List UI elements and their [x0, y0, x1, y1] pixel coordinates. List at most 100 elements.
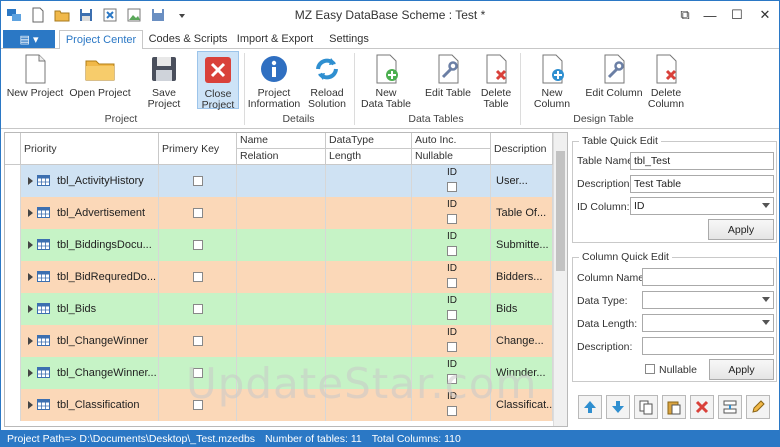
- table-row[interactable]: tbl_Bids ID Bids: [5, 293, 553, 325]
- primary-key-header[interactable]: Primery Key: [159, 133, 237, 165]
- data-length-select[interactable]: [642, 314, 774, 332]
- datatype-header[interactable]: DataType: [326, 133, 412, 149]
- tables-grid[interactable]: Priority Primery Key Name DataType Auto …: [4, 132, 568, 427]
- relation-header[interactable]: Relation: [237, 149, 326, 165]
- table-row[interactable]: tbl_ChangeWinner... ID Winnder...: [5, 357, 553, 389]
- expand-arrow-icon[interactable]: [28, 401, 33, 409]
- datatype-cell[interactable]: [326, 389, 412, 421]
- primary-key-checkbox[interactable]: [193, 304, 203, 314]
- file-menu-button[interactable]: ▤ ▾: [3, 30, 55, 48]
- row-indicator[interactable]: [5, 197, 21, 229]
- nullable-checkbox[interactable]: [447, 374, 457, 384]
- row-indicator[interactable]: [5, 165, 21, 197]
- primary-key-checkbox[interactable]: [193, 368, 203, 378]
- auto-inc-header[interactable]: Auto Inc.: [412, 133, 491, 149]
- vertical-scrollbar[interactable]: [553, 133, 567, 426]
- priority-header[interactable]: Priority: [21, 133, 159, 165]
- primary-key-checkbox[interactable]: [193, 272, 203, 282]
- copy-icon[interactable]: [634, 395, 658, 419]
- paste-icon[interactable]: [662, 395, 686, 419]
- data-type-select[interactable]: [642, 291, 774, 309]
- id-column-select[interactable]: ID: [630, 197, 774, 215]
- expand-arrow-icon[interactable]: [28, 177, 33, 185]
- dropdown-icon[interactable]: [171, 4, 193, 26]
- nullable-checkbox[interactable]: [447, 342, 457, 352]
- tab-import-export[interactable]: Import & Export: [235, 30, 315, 50]
- close-project-button[interactable]: Close Project: [197, 51, 239, 111]
- name-cell[interactable]: [237, 165, 326, 197]
- new-data-table-button[interactable]: New Data Table: [358, 51, 414, 110]
- reload-solution-button[interactable]: Reload Solution: [305, 51, 349, 110]
- tab-codes-scripts[interactable]: Codes & Scripts: [147, 30, 229, 50]
- name-cell[interactable]: [237, 229, 326, 261]
- name-cell[interactable]: [237, 293, 326, 325]
- name-cell[interactable]: [237, 325, 326, 357]
- nullable-checkbox[interactable]: [447, 278, 457, 288]
- description-header[interactable]: Description: [491, 133, 553, 165]
- table-row[interactable]: tbl_Classification ID Classificat...: [5, 389, 555, 421]
- expand-arrow-icon[interactable]: [28, 337, 33, 345]
- delete-column-button[interactable]: Delete Column: [647, 51, 685, 110]
- row-indicator[interactable]: [5, 325, 21, 357]
- datatype-cell[interactable]: [326, 197, 412, 229]
- datatype-cell[interactable]: [326, 357, 412, 389]
- save-icon[interactable]: [75, 4, 97, 26]
- column-apply-button[interactable]: Apply: [709, 359, 774, 380]
- restore-icon[interactable]: ⧉: [674, 5, 696, 25]
- export-icon[interactable]: [99, 4, 121, 26]
- name-cell[interactable]: [237, 261, 326, 293]
- app-icon[interactable]: [3, 4, 25, 26]
- open-folder-icon[interactable]: [51, 4, 73, 26]
- scrollbar-thumb[interactable]: [556, 151, 565, 271]
- nullable-checkbox[interactable]: [447, 246, 457, 256]
- row-indicator[interactable]: [5, 357, 21, 389]
- new-icon[interactable]: [27, 4, 49, 26]
- maximize-button[interactable]: ☐: [726, 5, 748, 25]
- datatype-cell[interactable]: [326, 165, 412, 197]
- delete-icon[interactable]: [690, 395, 714, 419]
- save-as-icon[interactable]: [147, 4, 169, 26]
- expand-arrow-icon[interactable]: [28, 209, 33, 217]
- minimize-button[interactable]: —: [699, 5, 721, 25]
- column-name-input[interactable]: [642, 268, 774, 286]
- name-cell[interactable]: [237, 357, 326, 389]
- datatype-cell[interactable]: [326, 261, 412, 293]
- new-project-button[interactable]: New Project: [5, 51, 65, 109]
- description-input[interactable]: Test Table: [630, 175, 774, 193]
- nullable-checkbox[interactable]: [447, 182, 457, 192]
- row-indicator[interactable]: [5, 389, 21, 421]
- close-button[interactable]: ✕: [754, 5, 776, 25]
- table-row[interactable]: tbl_Advertisement ID Table Of...: [5, 197, 553, 229]
- edit-table-button[interactable]: Edit Table: [424, 51, 472, 109]
- row-indicator[interactable]: [5, 293, 21, 325]
- row-indicator[interactable]: [5, 229, 21, 261]
- edit-column-button[interactable]: Edit Column: [585, 51, 643, 109]
- nullable-checkbox[interactable]: [645, 364, 655, 374]
- primary-key-checkbox[interactable]: [193, 240, 203, 250]
- insert-row-icon[interactable]: [718, 395, 742, 419]
- table-name-input[interactable]: tbl_Test: [630, 152, 774, 170]
- nullable-checkbox[interactable]: [447, 406, 457, 416]
- primary-key-checkbox[interactable]: [193, 176, 203, 186]
- table-row[interactable]: tbl_ChangeWinner ID Change...: [5, 325, 553, 357]
- expand-arrow-icon[interactable]: [28, 241, 33, 249]
- expand-arrow-icon[interactable]: [28, 273, 33, 281]
- tab-project-center[interactable]: Project Center: [59, 30, 143, 50]
- table-row[interactable]: tbl_ActivityHistory ID User...: [5, 165, 553, 197]
- primary-key-checkbox[interactable]: [193, 336, 203, 346]
- name-header[interactable]: Name: [237, 133, 326, 149]
- datatype-cell[interactable]: [326, 293, 412, 325]
- nullable-checkbox[interactable]: [447, 310, 457, 320]
- row-indicator[interactable]: [5, 261, 21, 293]
- edit-pencil-icon[interactable]: [746, 395, 770, 419]
- datatype-cell[interactable]: [326, 325, 412, 357]
- nullable-header[interactable]: Nullable: [412, 149, 491, 165]
- move-up-icon[interactable]: [578, 395, 602, 419]
- name-cell[interactable]: [237, 197, 326, 229]
- table-row[interactable]: tbl_BiddingsDocu... ID Submitte...: [5, 229, 553, 261]
- primary-key-checkbox[interactable]: [193, 400, 203, 410]
- primary-key-checkbox[interactable]: [193, 208, 203, 218]
- tab-settings[interactable]: Settings: [323, 30, 375, 50]
- open-project-button[interactable]: Open Project: [69, 51, 131, 109]
- save-project-button[interactable]: Save Project: [135, 51, 193, 110]
